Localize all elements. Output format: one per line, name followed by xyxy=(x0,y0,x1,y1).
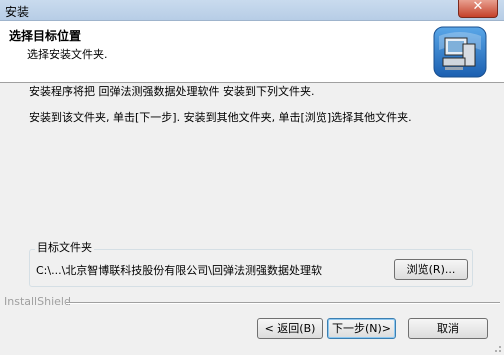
back-button[interactable]: < 返回(B) xyxy=(257,318,323,339)
browse-button[interactable]: 浏览(R)... xyxy=(394,259,468,280)
instruction-text: 安装到该文件夹, 单击[下一步]. 安装到其他文件夹, 单击[浏览]选择其他文件… xyxy=(29,111,412,124)
close-icon: ✕ xyxy=(472,0,484,14)
destination-path: C:\...\北京智博联科技股份有限公司\回弹法测强数据处理软 xyxy=(36,264,322,277)
close-button[interactable]: ✕ xyxy=(458,0,498,18)
destination-group-label: 目标文件夹 xyxy=(35,241,94,254)
installer-computer-icon xyxy=(433,26,487,78)
title-bar[interactable]: 安装 ✕ xyxy=(0,0,504,21)
wizard-header: 选择目标位置 选择安装文件夹. xyxy=(0,21,504,83)
next-button[interactable]: 下一步(N)> xyxy=(327,318,396,339)
resize-grip-icon[interactable] xyxy=(492,343,502,353)
window-title: 安装 xyxy=(5,5,30,19)
page-title: 选择目标位置 xyxy=(9,29,82,43)
cancel-button[interactable]: 取消 xyxy=(408,318,488,339)
footer-divider xyxy=(66,302,500,304)
intro-text: 安装程序将把 回弹法测强数据处理软件 安装到下列文件夹. xyxy=(29,85,315,98)
installer-window: 安装 ✕ 选择目标位置 选择安装文件夹. 安装程序将把 回弹法测强数据处理软件 … xyxy=(0,0,504,355)
page-subtitle: 选择安装文件夹. xyxy=(27,48,108,61)
installshield-label: InstallShield xyxy=(4,295,71,308)
